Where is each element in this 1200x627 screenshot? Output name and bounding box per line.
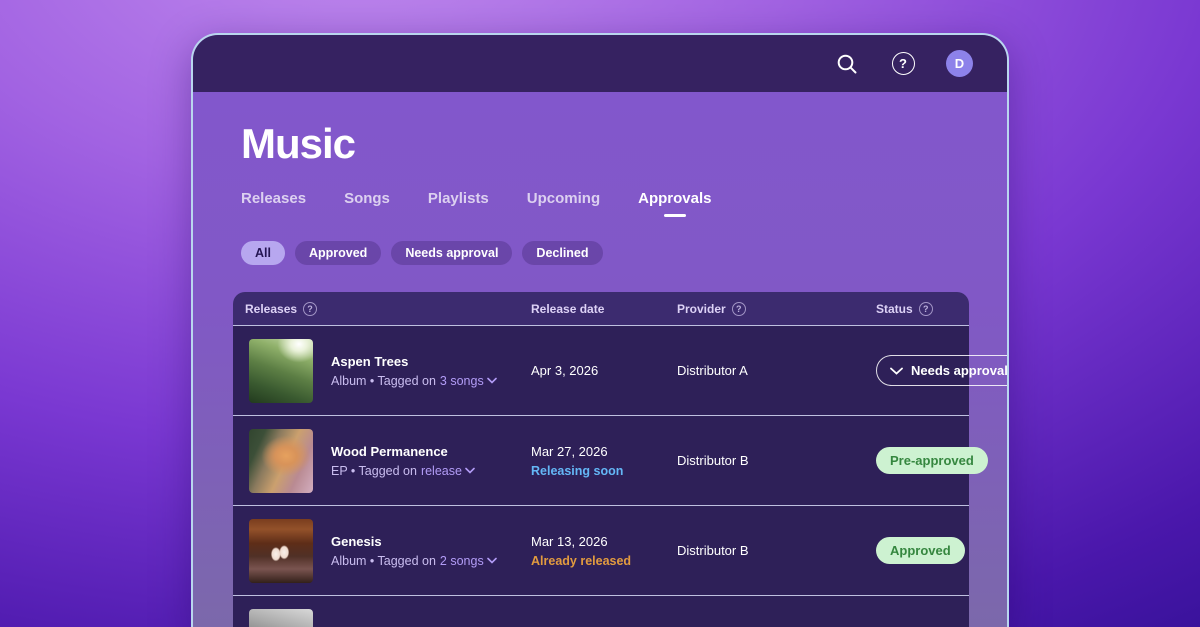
filter-chip-approved[interactable]: Approved xyxy=(294,241,382,265)
releases-help-icon[interactable]: ? xyxy=(303,301,318,316)
status-label: Needs approval xyxy=(911,363,1008,378)
tab-releases[interactable]: Releases xyxy=(241,190,306,217)
help-icon[interactable]: ? xyxy=(890,51,916,77)
release-meta-text: EP • Tagged on xyxy=(331,463,417,478)
provider-help-icon[interactable]: ? xyxy=(731,301,746,316)
column-header-status-label: Status xyxy=(876,301,913,316)
table-row[interactable]: Wood Permanence EP • Tagged on release M… xyxy=(233,415,988,505)
album-art xyxy=(249,608,313,627)
tab-songs[interactable]: Songs xyxy=(344,190,390,217)
tab-bar: Releases Songs Playlists Upcoming Approv… xyxy=(241,190,967,217)
provider: Distributor B xyxy=(677,453,749,468)
filter-chip-declined[interactable]: Declined xyxy=(522,241,603,265)
release-date: Mar 27, 2026 xyxy=(531,443,608,459)
table-row[interactable]: Aspen Trees Album • Tagged on 3 songs Ap… xyxy=(233,325,1007,415)
page-title: Music xyxy=(241,120,356,167)
column-header-status: Status ? xyxy=(876,301,969,316)
avatar[interactable]: D xyxy=(946,50,973,77)
chevron-down-icon xyxy=(890,367,903,375)
search-icon[interactable] xyxy=(834,51,860,77)
tagged-release-link-label: release xyxy=(420,463,462,478)
release-title: Aspen Trees xyxy=(331,353,409,369)
tagged-release-link[interactable]: release xyxy=(421,464,475,478)
tagged-songs-link[interactable]: 2 songs xyxy=(440,554,497,568)
status-badge[interactable]: Approved xyxy=(876,537,965,564)
status-dropdown-button[interactable]: Needs approval xyxy=(876,355,1008,386)
column-header-release-date: Release date xyxy=(531,302,677,316)
table-row[interactable]: Taste of Rain Mar 27, 2026 Licensor A De… xyxy=(233,595,969,627)
release-title: Genesis xyxy=(331,533,382,549)
column-header-releases: Releases ? xyxy=(233,301,531,316)
album-art xyxy=(249,338,313,403)
tagged-songs-link-label: 3 songs xyxy=(439,373,484,388)
content-area: Music Releases Songs Playlists Upcoming … xyxy=(193,92,1007,627)
filter-chip-needs-approval[interactable]: Needs approval xyxy=(391,241,513,265)
tab-upcoming[interactable]: Upcoming xyxy=(527,190,600,217)
column-header-provider-label: Provider xyxy=(677,301,726,316)
tagged-songs-link[interactable]: 3 songs xyxy=(440,374,497,388)
release-title: Wood Permanence xyxy=(331,443,448,459)
column-header-provider: Provider ? xyxy=(677,301,876,316)
release-meta-text: Album • Tagged on xyxy=(331,373,436,388)
filter-chip-all[interactable]: All xyxy=(241,241,285,265)
release-meta: Album • Tagged on 3 songs xyxy=(331,374,497,388)
provider: Distributor B xyxy=(677,543,749,558)
column-header-releases-label: Releases xyxy=(245,301,298,316)
provider: Distributor A xyxy=(677,363,748,378)
status-badge[interactable]: Pre-approved xyxy=(876,447,988,474)
release-meta: Album • Tagged on 2 songs xyxy=(331,554,497,568)
status-help-icon[interactable]: ? xyxy=(918,301,933,316)
table-row[interactable]: Genesis Album • Tagged on 2 songs Mar 13… xyxy=(233,505,969,595)
release-meta-text: Album • Tagged on xyxy=(331,553,436,568)
release-meta: EP • Tagged on release xyxy=(331,464,475,478)
release-date: Mar 13, 2026 xyxy=(531,533,608,549)
album-art xyxy=(249,518,313,583)
tab-approvals[interactable]: Approvals xyxy=(638,190,711,217)
tab-approvals-label: Approvals xyxy=(638,190,712,207)
release-date-note: Releasing soon xyxy=(531,463,624,478)
release-date: Apr 3, 2026 xyxy=(531,363,599,378)
filter-chips: All Approved Needs approval Declined xyxy=(241,241,967,265)
chevron-down-icon xyxy=(465,467,475,474)
tagged-songs-link-label: 2 songs xyxy=(439,553,484,568)
topbar: ? D xyxy=(193,35,1007,92)
active-tab-indicator xyxy=(663,214,686,217)
release-date-note: Already released xyxy=(531,553,632,568)
column-header-release-date-label: Release date xyxy=(531,301,605,316)
table-header: Releases ? Release date Provider ? Statu… xyxy=(233,292,969,325)
tab-playlists[interactable]: Playlists xyxy=(428,190,489,217)
album-art xyxy=(249,428,313,493)
chevron-down-icon xyxy=(486,557,497,564)
app-window: ? D Music Releases Songs Playlists Upcom… xyxy=(191,33,1009,627)
approvals-table: Releases ? Release date Provider ? Statu… xyxy=(233,292,1007,627)
chevron-down-icon xyxy=(486,377,497,384)
